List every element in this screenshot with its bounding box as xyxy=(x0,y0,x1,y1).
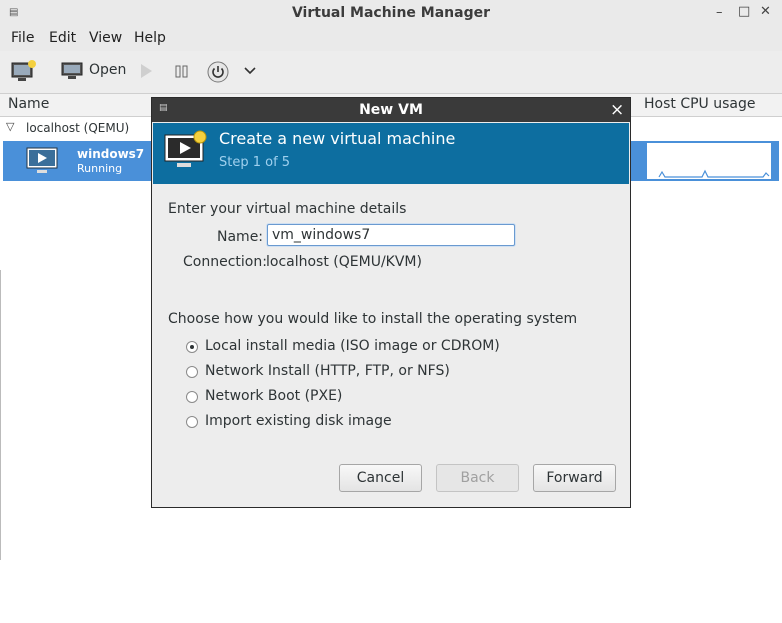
dialog-title: New VM xyxy=(359,102,423,118)
radio-import[interactable] xyxy=(186,416,198,428)
connection-label: localhost (QEMU) xyxy=(26,121,130,135)
radio-network[interactable] xyxy=(186,366,198,378)
new-vm-dialog: ▤ New VM × Create a new virtual machine … xyxy=(151,97,631,508)
column-name[interactable]: Name xyxy=(8,96,49,112)
vm-status: Running xyxy=(77,162,123,175)
close-icon[interactable]: ✕ xyxy=(760,4,771,19)
banner-title: Create a new virtual machine xyxy=(219,129,456,148)
cancel-button[interactable]: Cancel xyxy=(339,464,422,492)
back-button[interactable]: Back xyxy=(436,464,519,492)
menu-view[interactable]: View xyxy=(89,30,122,46)
radio-local[interactable] xyxy=(186,341,198,353)
open-button-label: Open xyxy=(89,62,127,78)
expander-icon[interactable]: ▽ xyxy=(6,120,14,133)
menu-file[interactable]: File xyxy=(11,30,34,46)
connection-label-dialog: Connection: xyxy=(183,254,267,270)
menu-edit[interactable]: Edit xyxy=(49,30,76,46)
connection-value: localhost (QEMU/KVM) xyxy=(266,254,422,270)
column-host-cpu[interactable]: Host CPU usage xyxy=(644,96,756,112)
cpu-usage-graph xyxy=(647,143,771,179)
menu-bar: File Edit View Help xyxy=(0,27,782,51)
option-label-local: Local install media (ISO image or CDROM) xyxy=(205,338,500,354)
toolbar: Open xyxy=(0,51,782,94)
install-heading: Choose how you would like to install the… xyxy=(168,311,578,327)
banner-step: Step 1 of 5 xyxy=(219,155,291,170)
name-label: Name: xyxy=(217,229,264,245)
pause-icon[interactable] xyxy=(174,63,190,79)
new-vm-icon xyxy=(11,60,36,81)
run-icon[interactable] xyxy=(138,63,154,79)
vm-running-icon xyxy=(26,147,58,173)
minimize-icon[interactable]: – xyxy=(716,5,723,20)
open-button[interactable]: Open xyxy=(60,59,130,83)
vm-name: windows7 xyxy=(77,147,145,161)
install-option-network[interactable]: Network Install (HTTP, FTP, or NFS) xyxy=(186,362,506,382)
option-label-pxe: Network Boot (PXE) xyxy=(205,388,343,404)
install-option-import[interactable]: Import existing disk image xyxy=(186,412,506,432)
install-option-pxe[interactable]: Network Boot (PXE) xyxy=(186,387,506,407)
install-option-local[interactable]: Local install media (ISO image or CDROM) xyxy=(186,337,506,357)
radio-pxe[interactable] xyxy=(186,391,198,403)
new-vm-banner-icon xyxy=(164,130,207,167)
dialog-banner: Create a new virtual machine Step 1 of 5 xyxy=(153,123,629,184)
option-label-network: Network Install (HTTP, FTP, or NFS) xyxy=(205,363,450,379)
menu-help[interactable]: Help xyxy=(134,30,166,46)
left-edge-marks xyxy=(0,270,5,560)
chevron-down-icon[interactable] xyxy=(244,66,256,76)
name-input[interactable] xyxy=(267,224,515,246)
maximize-icon[interactable]: □ xyxy=(738,4,750,19)
window-title: Virtual Machine Manager xyxy=(291,5,491,21)
main-title-bar: ▤ Virtual Machine Manager – □ ✕ xyxy=(0,0,782,27)
new-vm-button[interactable] xyxy=(10,59,38,83)
monitor-icon xyxy=(61,62,83,79)
power-icon[interactable] xyxy=(207,61,229,83)
details-heading: Enter your virtual machine details xyxy=(168,201,407,217)
option-label-import: Import existing disk image xyxy=(205,413,392,429)
dialog-close-icon[interactable]: × xyxy=(610,100,624,120)
dialog-title-bar: ▤ New VM × xyxy=(152,98,630,122)
forward-button[interactable]: Forward xyxy=(533,464,616,492)
